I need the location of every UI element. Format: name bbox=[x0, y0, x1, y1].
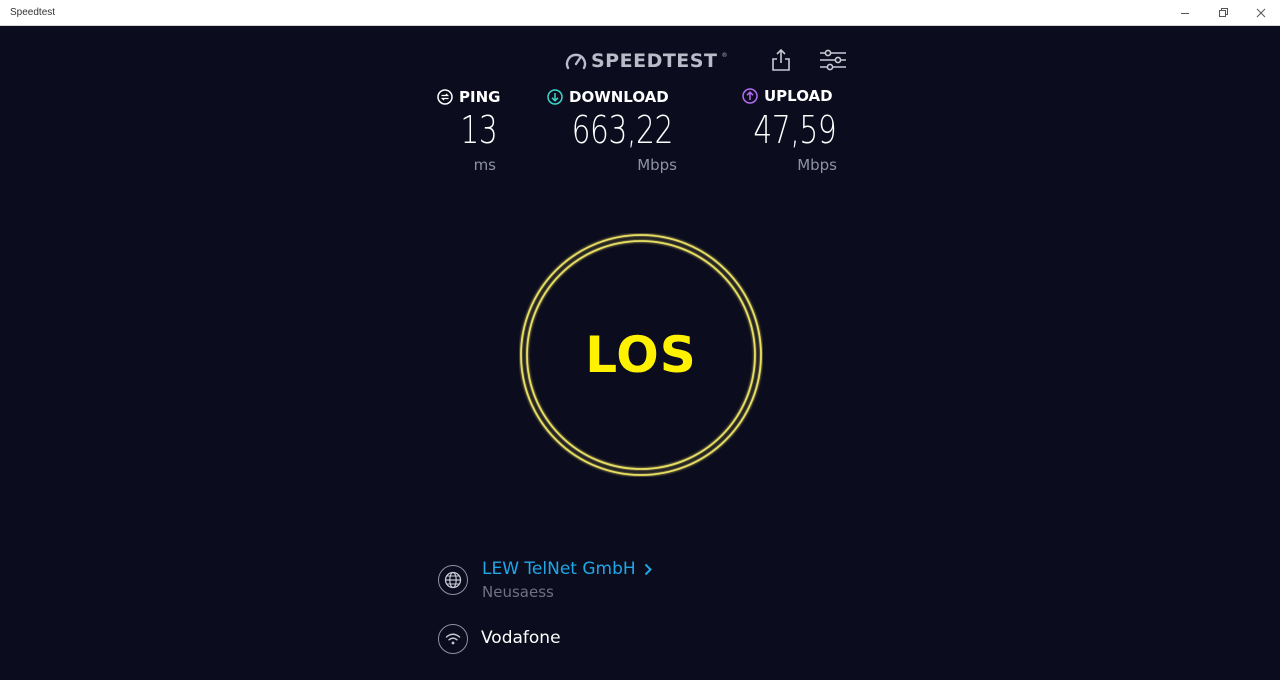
close-icon bbox=[1256, 8, 1266, 18]
upload-header: UPLOAD bbox=[742, 87, 833, 105]
server-selector[interactable]: LEW TelNet GmbH bbox=[482, 559, 652, 579]
restore-icon bbox=[1219, 8, 1228, 17]
download-arrow-icon bbox=[547, 89, 563, 105]
sliders-icon bbox=[820, 49, 846, 71]
upload-arrow-icon bbox=[742, 88, 758, 104]
download-value: 663,22 bbox=[571, 108, 674, 152]
start-test-button[interactable]: LOS bbox=[519, 233, 763, 477]
gauge-icon bbox=[565, 53, 587, 70]
chevron-right-icon bbox=[644, 563, 652, 575]
connection-icon-badge bbox=[438, 624, 468, 654]
download-unit: Mbps bbox=[637, 156, 677, 174]
ping-icon bbox=[437, 89, 453, 105]
speedtest-app: SPEEDTEST ® PING 13 ms DOWNLOAD 663,22 M… bbox=[0, 26, 1280, 680]
upload-label: UPLOAD bbox=[764, 87, 833, 105]
window-title: Speedtest bbox=[10, 7, 56, 18]
upload-value: 47,59 bbox=[753, 108, 836, 152]
download-header: DOWNLOAD bbox=[547, 88, 669, 106]
ping-unit: ms bbox=[473, 156, 496, 174]
logo-text: SPEEDTEST bbox=[591, 50, 718, 72]
download-label: DOWNLOAD bbox=[569, 88, 669, 106]
close-button[interactable] bbox=[1242, 0, 1280, 26]
settings-button[interactable] bbox=[818, 48, 848, 72]
server-location: Neusaess bbox=[482, 583, 554, 601]
share-icon bbox=[772, 48, 790, 71]
start-test-label: LOS bbox=[585, 326, 697, 384]
ping-header: PING bbox=[437, 88, 500, 106]
wifi-icon bbox=[445, 633, 461, 645]
minimize-button[interactable] bbox=[1166, 0, 1204, 26]
server-name: LEW TelNet GmbH bbox=[482, 559, 636, 579]
restore-button[interactable] bbox=[1204, 0, 1242, 26]
provider-name: Vodafone bbox=[481, 628, 561, 648]
ping-value: 13 bbox=[460, 108, 497, 152]
server-icon-badge bbox=[438, 565, 468, 595]
ping-label: PING bbox=[459, 88, 501, 106]
title-bar: Speedtest bbox=[0, 0, 1280, 26]
logo-trademark: ® bbox=[721, 52, 728, 59]
upload-unit: Mbps bbox=[797, 156, 837, 174]
share-button[interactable] bbox=[768, 47, 794, 73]
speedtest-logo: SPEEDTEST ® bbox=[565, 49, 727, 73]
globe-icon bbox=[444, 571, 462, 589]
minimize-icon bbox=[1181, 13, 1189, 14]
